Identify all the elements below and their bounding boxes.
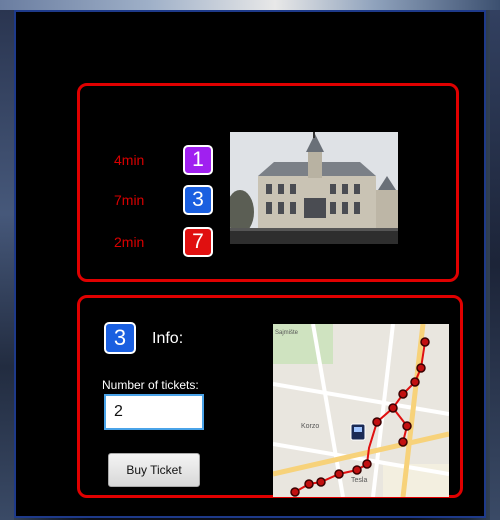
route-stop [352,465,362,475]
line-badge[interactable]: 7 [183,227,213,257]
background-left-strip [0,10,14,520]
background-top-strip [0,0,500,10]
route-stop [398,437,408,447]
route-stop [334,469,344,479]
route-stop [388,403,398,413]
route-stop [290,487,300,497]
selected-line-badge: 3 [104,322,136,354]
arrival-eta: 7min [114,192,145,208]
info-heading: Info: [152,330,184,347]
map-label: Tesla [351,477,367,484]
city-hall-image [230,132,398,244]
tickets-quantity-input[interactable] [104,394,204,430]
stop-photo [230,132,398,244]
route-stop [398,389,408,399]
route-stop [372,417,382,427]
route-map-canvas: Korzo Tesla Sajmište [273,324,449,497]
route-stop [362,459,372,469]
buy-ticket-button[interactable]: Buy Ticket [108,453,200,487]
background-right-strip [490,10,500,520]
stop-info-dialog: 4min 1 7min 3 2min 7 3 Info: Number of t… [14,10,486,518]
map-label: Sajmište [275,330,299,336]
arrival-row[interactable]: 2min 7 [114,227,224,257]
arrivals-panel: 4min 1 7min 3 2min 7 [77,83,459,282]
route-stop [420,337,430,347]
arrival-eta: 4min [114,152,145,168]
route-stop [304,479,314,489]
route-stop [410,377,420,387]
map-label: Korzo [301,423,319,430]
route-stop [316,477,326,487]
arrival-eta: 2min [114,234,145,250]
route-map[interactable]: Korzo Tesla Sajmište [273,324,449,497]
tickets-label: Number of tickets: [102,378,199,392]
route-stop [402,421,412,431]
line-badge[interactable]: 1 [183,145,213,175]
arrival-row[interactable]: 4min 1 [114,145,224,175]
line-badge[interactable]: 3 [183,185,213,215]
arrival-row[interactable]: 7min 3 [114,185,224,215]
info-panel: 3 Info: Number of tickets: Buy Ticket [77,295,463,498]
route-stop [416,363,426,373]
